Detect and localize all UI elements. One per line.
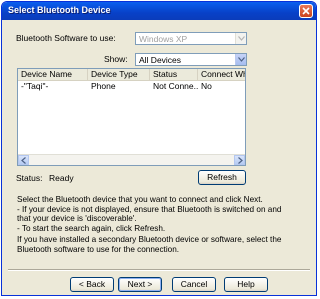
- column-connect-when[interactable]: Connect When: [198, 69, 245, 80]
- show-value: All Devices: [139, 55, 182, 65]
- software-select[interactable]: Windows XP: [135, 32, 247, 45]
- device-type-cell: Phone: [91, 81, 116, 91]
- refresh-button[interactable]: Refresh: [198, 170, 246, 185]
- horizontal-scrollbar[interactable]: [18, 154, 245, 165]
- status-label: Status:: [16, 173, 43, 183]
- device-name-cell: -"Taqi"-: [21, 81, 49, 91]
- select-bluetooth-device-dialog: Select Bluetooth Device Bluetooth Softwa…: [1, 1, 317, 296]
- column-device-name[interactable]: Device Name: [18, 69, 88, 80]
- chevron-down-icon: [238, 57, 245, 62]
- instructions-text: Select the Bluetooth device that you wan…: [17, 195, 302, 233]
- scroll-left-button[interactable]: [18, 155, 29, 165]
- window-title: Select Bluetooth Device: [8, 5, 111, 15]
- back-button[interactable]: < Back: [70, 277, 114, 292]
- instruction-line: that your device is 'discoverable'.: [17, 214, 137, 223]
- instruction-line: Select the Bluetooth device that you wan…: [17, 195, 263, 204]
- status-cell: Not Conne...: [153, 81, 198, 91]
- next-button[interactable]: Next >: [118, 277, 162, 292]
- show-dropdown-arrow[interactable]: [235, 54, 246, 65]
- footer-divider: [8, 269, 310, 271]
- device-list[interactable]: Device Name Device Type Status Connect W…: [17, 68, 246, 166]
- close-button[interactable]: [299, 4, 313, 18]
- help-button[interactable]: Help: [224, 277, 268, 292]
- arrow-right-icon: [238, 157, 243, 164]
- table-row[interactable]: -"Taqi"- Phone Not Conne... No: [18, 81, 245, 91]
- connect-when-cell: No: [201, 81, 212, 91]
- chevron-down-icon: [238, 36, 245, 41]
- show-select[interactable]: All Devices: [135, 53, 247, 66]
- software-value: Windows XP: [139, 34, 188, 44]
- secondary-device-text: If you have installed a secondary Blueto…: [17, 235, 302, 254]
- software-label: Bluetooth Software to use:: [16, 33, 116, 43]
- column-status[interactable]: Status: [150, 69, 198, 80]
- title-bar[interactable]: Select Bluetooth Device: [2, 2, 316, 20]
- instruction-line: - If your device is not displayed, ensur…: [17, 204, 282, 214]
- software-dropdown-arrow[interactable]: [235, 33, 246, 44]
- cancel-button[interactable]: Cancel: [172, 277, 216, 292]
- device-list-header: Device Name Device Type Status Connect W…: [18, 69, 245, 81]
- scroll-right-button[interactable]: [234, 155, 245, 165]
- arrow-left-icon: [21, 157, 26, 164]
- status-value: Ready: [49, 173, 74, 183]
- column-device-type[interactable]: Device Type: [88, 69, 150, 80]
- instruction-line: Bluetooth software to use for the connec…: [17, 244, 180, 254]
- close-icon: [302, 7, 310, 15]
- instruction-line: - To start the search again, click Refre…: [17, 223, 166, 233]
- show-label: Show:: [104, 54, 128, 64]
- instruction-line: If you have installed a secondary Blueto…: [17, 235, 282, 244]
